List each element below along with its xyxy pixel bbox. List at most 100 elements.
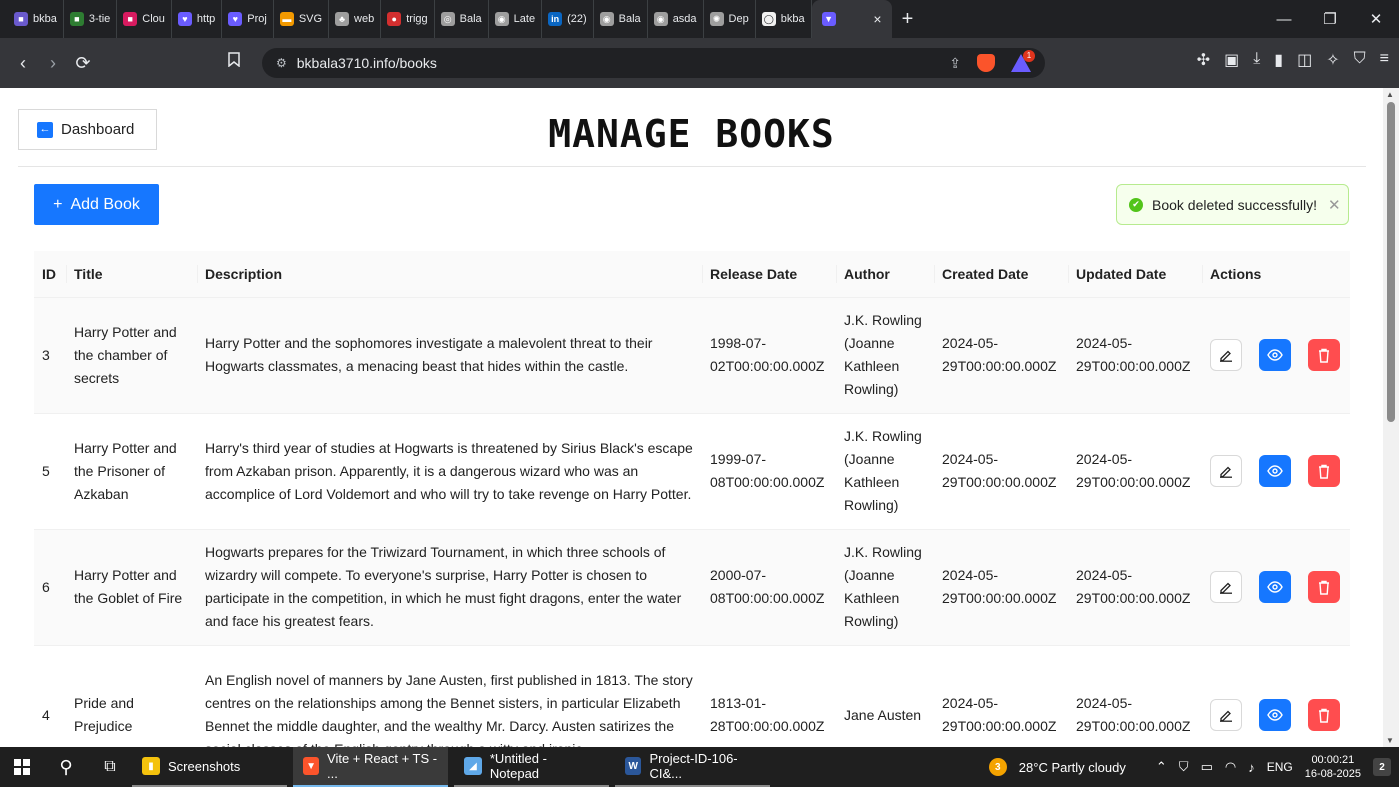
restore-button[interactable]: ❐ bbox=[1307, 0, 1353, 38]
taskbar-app-label: Vite + React + TS - ... bbox=[327, 751, 438, 781]
new-tab-button[interactable]: + bbox=[902, 8, 914, 31]
scroll-down-icon[interactable]: ▼ bbox=[1386, 736, 1394, 745]
browser-tab[interactable]: ■ 3-tie bbox=[64, 0, 118, 38]
taskbar-app[interactable]: ▼ Vite + React + TS - ... bbox=[293, 747, 448, 787]
edit-button[interactable] bbox=[1210, 699, 1242, 731]
menu-icon[interactable]: ≡ bbox=[1380, 50, 1389, 70]
delete-button[interactable] bbox=[1308, 699, 1340, 731]
browser-tab[interactable]: ■ bkba bbox=[8, 0, 64, 38]
browser-tab[interactable]: ● trigg bbox=[381, 0, 435, 38]
cell-actions bbox=[1202, 529, 1350, 646]
edit-button[interactable] bbox=[1210, 339, 1242, 371]
cell-author: J.K. Rowling (Joanne Kathleen Rowling) bbox=[836, 413, 934, 530]
description-text: Harry Potter and the sophomores investig… bbox=[205, 335, 653, 374]
minimize-button[interactable]: — bbox=[1261, 0, 1307, 38]
search-icon[interactable]: ⚲ bbox=[44, 747, 88, 787]
forward-button[interactable]: › bbox=[38, 53, 68, 74]
wallet-icon[interactable]: ◫ bbox=[1297, 50, 1312, 70]
download-icon[interactable]: ⤓ bbox=[1253, 50, 1260, 70]
cell-updated-date: 2024-05-29T00:00:00.000Z bbox=[1068, 529, 1202, 646]
books-table: ID Title Description Release Date Author… bbox=[34, 251, 1350, 747]
taskbar-app[interactable]: ◢ *Untitled - Notepad bbox=[454, 747, 609, 787]
page-scrollbar[interactable]: ▲ ▼ bbox=[1383, 88, 1399, 747]
column-header-author: Author bbox=[836, 251, 934, 298]
weather-text[interactable]: 28°C Partly cloudy bbox=[1019, 760, 1126, 775]
battery-icon[interactable]: ▭ bbox=[1201, 759, 1213, 775]
tab-active[interactable]: ▼ × bbox=[811, 0, 892, 38]
browser-tab[interactable]: ◉ asda bbox=[648, 0, 704, 38]
browser-tab[interactable]: ■ Clou bbox=[117, 0, 172, 38]
view-button[interactable] bbox=[1259, 699, 1291, 731]
close-tab-icon[interactable]: × bbox=[873, 11, 881, 27]
view-button[interactable] bbox=[1259, 339, 1291, 371]
site-info-icon[interactable]: ⚙ bbox=[276, 56, 287, 70]
eye-icon bbox=[1267, 349, 1283, 361]
browser-tab[interactable]: in (22) bbox=[542, 0, 594, 38]
windows-taskbar: ⚲ ⧉ ▮ Screenshots ▼ Vite + React + TS - ...… bbox=[0, 747, 1399, 787]
taskbar-app[interactable]: ▮ Screenshots bbox=[132, 747, 287, 787]
delete-button[interactable] bbox=[1308, 571, 1340, 603]
add-book-button[interactable]: + Add Book bbox=[34, 184, 159, 225]
app-icon: ◢ bbox=[464, 757, 482, 775]
edit-button[interactable] bbox=[1210, 571, 1242, 603]
table-row: 4 Pride and Prejudice An English novel of … bbox=[34, 645, 1350, 747]
browser-tab[interactable]: ✺ Dep bbox=[704, 0, 756, 38]
system-tray: 3 28°C Partly cloudy ⌃ ⛉ ▭ ◠ ♪ ENG 00:00… bbox=[988, 747, 1399, 787]
clock[interactable]: 00:00:21 16-08-2025 bbox=[1305, 753, 1361, 781]
tab-label: Bala bbox=[459, 13, 482, 25]
taskbar-app[interactable]: W Project-ID-106-CI&... bbox=[615, 747, 770, 787]
close-toast-icon[interactable]: ✕ bbox=[1328, 196, 1341, 214]
vpn-icon[interactable]: ⛉ bbox=[1354, 50, 1366, 70]
notification-icon[interactable]: 2 bbox=[1373, 758, 1391, 776]
cell-title: Harry Potter and the Prisoner of Azkaban bbox=[66, 413, 197, 530]
tab-favicon-icon: ✺ bbox=[709, 12, 724, 26]
browser-tab[interactable]: ◯ bkba bbox=[756, 0, 812, 38]
reload-button[interactable]: ⟳ bbox=[68, 53, 98, 74]
start-button[interactable] bbox=[0, 747, 44, 787]
description-text: Harry's third year of studies at Hogwart… bbox=[205, 439, 693, 502]
edit-button[interactable] bbox=[1210, 455, 1242, 487]
view-button[interactable] bbox=[1259, 455, 1291, 487]
browser-tab[interactable]: ▬ SVG bbox=[274, 0, 330, 38]
url-text[interactable]: bkbala3710.info/books bbox=[297, 55, 437, 71]
cell-id: 3 bbox=[34, 297, 66, 414]
back-button[interactable]: ‹ bbox=[8, 53, 38, 74]
cell-author: J.K. Rowling (Joanne Kathleen Rowling) bbox=[836, 297, 934, 414]
cell-actions bbox=[1202, 645, 1350, 747]
browser-tab[interactable]: ◎ Bala bbox=[435, 0, 489, 38]
tab-list: ■ bkba ■ 3-tie ■ Clou ♥ http ♥ Proj ▬ SVG ♣ web ● trigg… bbox=[8, 0, 812, 38]
address-bar[interactable]: ⚙ bkbala3710.info/books ⇪ 1 bbox=[262, 48, 1045, 78]
extensions-icon[interactable]: ✣ bbox=[1197, 50, 1210, 70]
wifi-icon[interactable]: ◠ bbox=[1225, 759, 1236, 775]
defender-icon[interactable]: ⛉ bbox=[1179, 759, 1189, 775]
cell-actions bbox=[1202, 413, 1350, 530]
bookmark-icon[interactable] bbox=[228, 52, 240, 70]
trash-icon bbox=[1318, 708, 1330, 723]
add-book-label: Add Book bbox=[70, 195, 140, 213]
brave-shield-icon[interactable] bbox=[977, 54, 995, 72]
share-icon[interactable]: ⇪ bbox=[949, 55, 961, 72]
view-button[interactable] bbox=[1259, 571, 1291, 603]
browser-tab[interactable]: ♣ web bbox=[329, 0, 382, 38]
delete-button[interactable] bbox=[1308, 339, 1340, 371]
delete-button[interactable] bbox=[1308, 455, 1340, 487]
scrollbar-thumb[interactable] bbox=[1387, 102, 1395, 422]
sidebar-icon[interactable]: ▮ bbox=[1274, 50, 1283, 70]
screenshot-icon[interactable]: ▣ bbox=[1224, 50, 1239, 70]
app-icon: W bbox=[625, 757, 642, 775]
volume-icon[interactable]: ♪ bbox=[1248, 760, 1255, 775]
trash-icon bbox=[1318, 348, 1330, 363]
toast-message: Book deleted successfully! bbox=[1152, 196, 1317, 213]
browser-tab[interactable]: ◉ Late bbox=[489, 0, 543, 38]
scroll-up-icon[interactable]: ▲ bbox=[1386, 90, 1394, 99]
trash-icon bbox=[1318, 464, 1330, 479]
tab-label: Proj bbox=[247, 13, 267, 25]
leo-icon[interactable]: ✧ bbox=[1326, 50, 1339, 70]
task-view-icon[interactable]: ⧉ bbox=[88, 747, 132, 787]
language-indicator[interactable]: ENG bbox=[1267, 760, 1293, 774]
browser-tab[interactable]: ♥ http bbox=[172, 0, 223, 38]
browser-tab[interactable]: ♥ Proj bbox=[222, 0, 274, 38]
browser-tab[interactable]: ◉ Bala bbox=[594, 0, 648, 38]
close-window-button[interactable]: ✕ bbox=[1353, 0, 1399, 38]
chevron-up-icon[interactable]: ⌃ bbox=[1156, 759, 1167, 775]
